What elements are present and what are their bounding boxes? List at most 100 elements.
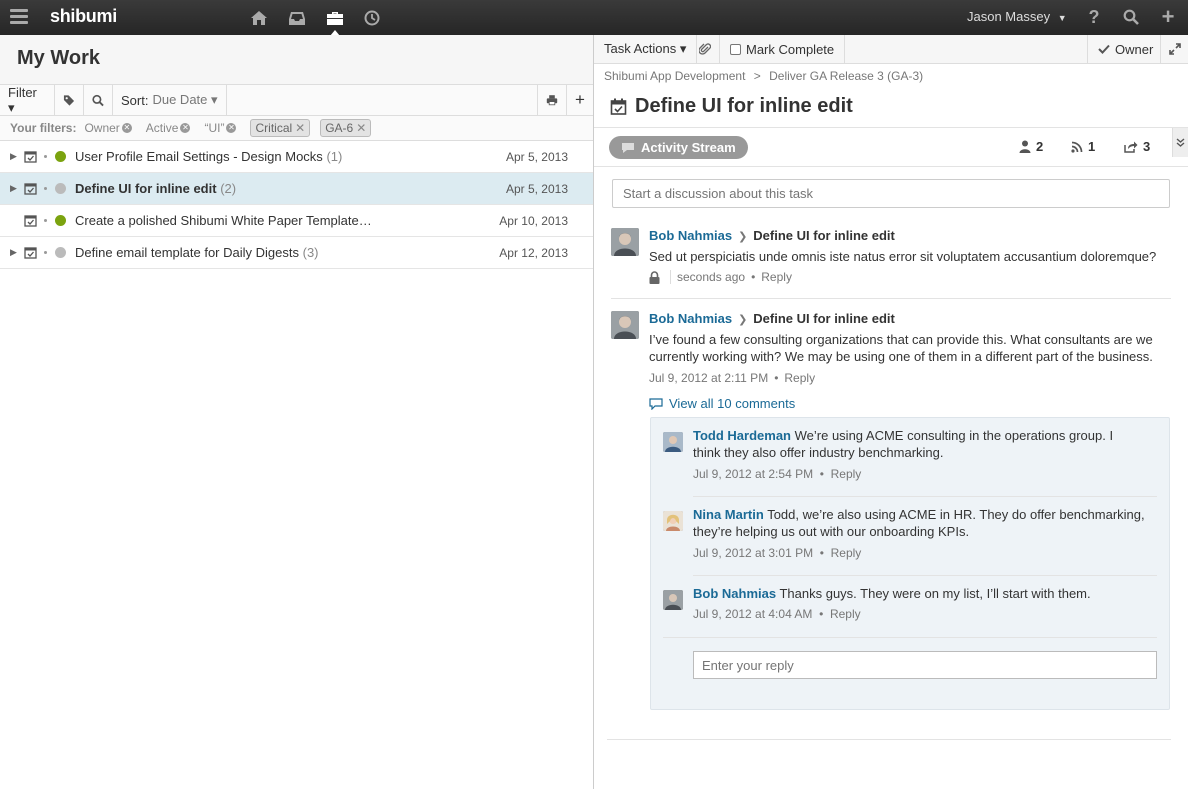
search-icon[interactable] [1120, 7, 1142, 27]
remove-filter-icon[interactable]: ✕ [226, 123, 237, 133]
task-row[interactable]: ▶ Define UI for inline edit (2) Apr 5, 2… [0, 173, 593, 205]
reply-input[interactable] [693, 651, 1157, 679]
inbox-icon[interactable] [286, 8, 308, 28]
tag-icon[interactable] [55, 85, 84, 115]
add-icon[interactable]: + [1157, 4, 1179, 29]
comment: Nina Martin Todd, we’re also using ACME … [663, 506, 1159, 566]
comment: Todd Hardeman We’re using ACME consultin… [663, 427, 1159, 487]
task-title[interactable]: Define UI for inline edit (2) [75, 181, 236, 196]
separator-dot [44, 155, 47, 158]
lock-icon [649, 270, 660, 284]
task-actions-dropdown[interactable]: Task Actions ▾ [594, 35, 698, 63]
comment-text: Bob Nahmias Thanks guys. They were on my… [693, 586, 1091, 601]
menu-icon[interactable] [10, 9, 28, 25]
briefcase-icon[interactable] [324, 8, 346, 36]
filters-label: Your filters: [10, 121, 77, 135]
remove-tag-icon[interactable]: ✕ [295, 121, 305, 135]
share-count[interactable]: 3 [1124, 139, 1150, 154]
view-all-comments-link[interactable]: View all 10 comments [649, 396, 795, 411]
comment-meta: Jul 9, 2012 at 3:01 PM • Reply [693, 546, 862, 560]
task-due-date: Apr 10, 2013 [499, 214, 568, 228]
help-icon[interactable]: ? [1083, 7, 1105, 27]
activity-post: Bob Nahmias ❯ Define UI for inline edit Se… [611, 228, 1171, 288]
people-count[interactable]: 2 [1019, 139, 1043, 154]
expand-caret-icon[interactable]: ▶ [10, 151, 17, 162]
reply-link[interactable]: Reply [784, 371, 815, 385]
post-task-link[interactable]: Define UI for inline edit [753, 311, 895, 326]
print-icon[interactable] [537, 85, 566, 115]
comment: Bob Nahmias Thanks guys. They were on my… [663, 585, 1159, 629]
expand-icon[interactable] [1160, 35, 1188, 63]
app-logo[interactable]: shibumi [50, 6, 117, 27]
post-author-link[interactable]: Bob Nahmias [649, 311, 732, 326]
home-icon[interactable] [248, 8, 270, 28]
filter-owner-label: Owner [84, 121, 120, 135]
task-title[interactable]: Create a polished Shibumi White Paper Te… [75, 213, 372, 228]
avatar[interactable] [663, 590, 683, 610]
task-title[interactable]: User Profile Email Settings - Design Moc… [75, 149, 342, 164]
post-header: Bob Nahmias ❯ Define UI for inline edit [649, 228, 895, 243]
task-due-date: Apr 5, 2013 [505, 182, 568, 196]
filter-owner[interactable]: Owner ✕ [84, 121, 132, 135]
filter-button[interactable]: Filter ▾ [0, 85, 55, 115]
comment-timestamp: Jul 9, 2012 at 2:54 PM [693, 467, 814, 481]
activity-stream-label: Activity Stream [641, 140, 736, 155]
task-detail-panel: Task Actions ▾ Mark Complete Owner Shibu… [593, 35, 1188, 789]
filter-active-label: Active [145, 121, 179, 135]
reply-link[interactable]: Reply [830, 607, 861, 621]
task-list: ▶ User Profile Email Settings - Design M… [0, 141, 593, 269]
divider [607, 739, 1171, 740]
task-title[interactable]: Define email template for Daily Digests … [75, 245, 319, 260]
add-task-button[interactable]: + [566, 85, 593, 115]
expand-caret-icon[interactable]: ▶ [10, 183, 17, 194]
reply-link[interactable]: Reply [831, 467, 862, 481]
remove-filter-icon[interactable]: ✕ [121, 123, 132, 133]
user-menu[interactable]: Jason Massey ▼ [967, 9, 1067, 24]
breadcrumb-project[interactable]: Shibumi App Development [604, 69, 745, 83]
feed-count[interactable]: 1 [1071, 139, 1095, 154]
expand-caret-icon[interactable]: ▶ [10, 247, 17, 258]
post-task-link[interactable]: Define UI for inline edit [753, 228, 895, 243]
checkmark-icon [1098, 44, 1110, 54]
reply-link[interactable]: Reply [831, 546, 862, 560]
mark-complete-button[interactable]: Mark Complete [720, 35, 846, 63]
attachment-icon[interactable] [690, 35, 720, 63]
comment-author-link[interactable]: Todd Hardeman [693, 428, 791, 443]
activity-stream-tab[interactable]: Activity Stream [609, 136, 748, 159]
filter-ui[interactable]: “UI” ✕ [204, 121, 237, 135]
task-due-date: Apr 5, 2013 [505, 150, 568, 164]
divider [693, 575, 1157, 576]
avatar[interactable] [611, 228, 639, 256]
reply-link[interactable]: Reply [761, 270, 792, 284]
filter-tag-critical[interactable]: Critical ✕ [250, 119, 311, 137]
search-icon[interactable] [84, 85, 113, 115]
task-row[interactable]: ▶ User Profile Email Settings - Design M… [0, 141, 593, 173]
filter-tag-ga6[interactable]: GA-6 ✕ [320, 119, 372, 137]
task-row[interactable]: Create a polished Shibumi White Paper Te… [0, 205, 593, 237]
remove-filter-icon[interactable]: ✕ [180, 123, 191, 133]
owner-label: Owner [1115, 41, 1154, 57]
collapse-chevron-icon[interactable] [1172, 128, 1188, 157]
comment-author-link[interactable]: Nina Martin [693, 507, 764, 522]
post-body: I’ve found a few consulting organization… [649, 332, 1153, 364]
history-clock-icon[interactable] [361, 8, 383, 28]
sort-dropdown[interactable]: Sort: Due Date ▾ [113, 85, 227, 115]
remove-tag-icon[interactable]: ✕ [356, 121, 366, 135]
chevron-right-icon: ❯ [738, 314, 748, 326]
comment-author-link[interactable]: Bob Nahmias [693, 586, 776, 601]
avatar[interactable] [663, 432, 683, 452]
divider [663, 637, 1157, 638]
mark-complete-checkbox[interactable] [730, 43, 741, 55]
task-row[interactable]: ▶ Define email template for Daily Digest… [0, 237, 593, 269]
discussion-input[interactable] [612, 179, 1170, 208]
breadcrumb-release[interactable]: Deliver GA Release 3 (GA-3) [769, 69, 923, 83]
post-header: Bob Nahmias ❯ Define UI for inline edit [649, 311, 895, 326]
filter-active[interactable]: Active ✕ [146, 121, 191, 135]
post-timestamp: Jul 9, 2012 at 2:11 PM [649, 371, 769, 385]
owner-button[interactable]: Owner [1087, 35, 1163, 63]
comment-icon [649, 397, 663, 410]
rss-feed-icon [1071, 141, 1083, 153]
avatar[interactable] [663, 511, 683, 531]
avatar[interactable] [611, 311, 639, 339]
post-author-link[interactable]: Bob Nahmias [649, 228, 732, 243]
